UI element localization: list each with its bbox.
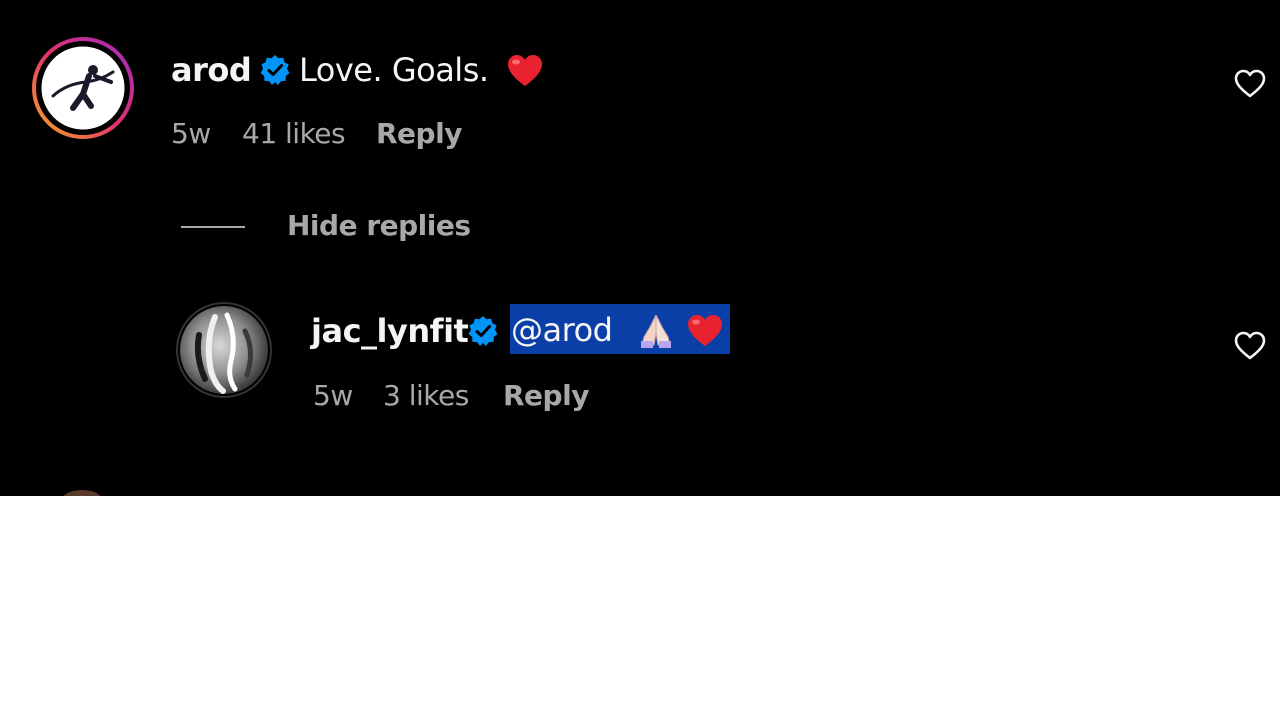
profile-photo-avatar-icon <box>176 302 272 398</box>
verified-badge-icon <box>468 316 498 346</box>
reply-text-mention[interactable]: @arod <box>511 310 613 350</box>
replies-divider-line <box>181 226 245 228</box>
heart-outline-icon[interactable] <box>1233 329 1267 363</box>
hide-replies-button[interactable]: Hide replies <box>287 208 471 244</box>
verified-badge-icon <box>260 55 290 85</box>
reply-likes[interactable]: 3 likes <box>383 378 469 414</box>
avatar-arod[interactable] <box>31 36 135 140</box>
red-heart-emoji <box>688 315 722 346</box>
reply-age: 5w <box>313 379 353 412</box>
comment-likes[interactable]: 41 likes <box>242 116 346 152</box>
comment-username[interactable]: arod <box>171 50 252 90</box>
red-heart-emoji <box>508 55 542 86</box>
reply-username[interactable]: jac_lynfit <box>311 311 469 351</box>
comment-text: Love. Goals. <box>299 51 489 89</box>
comments-panel: arod Love. Goals. 5w 41 likes Reply Hide… <box>0 0 1280 496</box>
next-comment-avatar[interactable] <box>62 490 102 496</box>
folded-hands-emoji <box>641 314 671 348</box>
heart-outline-icon[interactable] <box>1233 67 1267 101</box>
reply-button[interactable]: Reply <box>503 378 589 414</box>
comment-age: 5w <box>171 117 211 150</box>
pitcher-logo-avatar-icon <box>32 37 134 139</box>
reply-button[interactable]: Reply <box>376 116 462 152</box>
avatar-jac-lynfit[interactable] <box>175 301 273 399</box>
